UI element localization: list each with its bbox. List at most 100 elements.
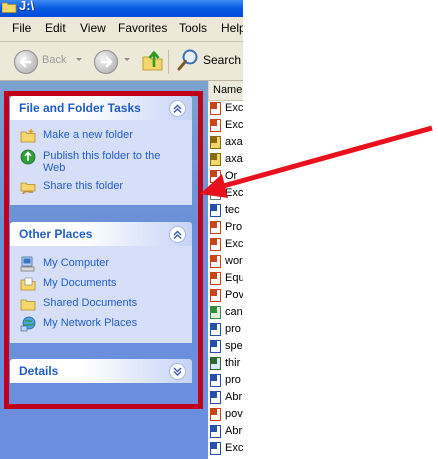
word-file-icon	[210, 374, 221, 387]
file-name: Abr	[225, 391, 243, 403]
ppt-file-icon	[210, 272, 221, 285]
file-folder-tasks-body: Make a new folder Publish this folder to…	[10, 120, 192, 205]
other-places-title: Other Places	[19, 227, 93, 241]
new-folder-icon	[20, 129, 36, 143]
file-row[interactable]: spe	[208, 339, 243, 355]
word-file-icon	[210, 442, 221, 455]
word-file-icon	[210, 204, 221, 217]
computer-icon	[20, 256, 35, 272]
name-column-header[interactable]: Name	[208, 81, 243, 101]
file-row[interactable]: tec	[208, 203, 243, 219]
web-publish-icon	[20, 149, 36, 165]
file-row[interactable]: Pro	[208, 220, 243, 236]
share-folder-icon	[20, 182, 36, 195]
file-name: pov	[225, 408, 243, 420]
other-places-panel: Other Places My Computer My Documents Sh…	[10, 222, 192, 343]
menu-edit[interactable]: Edit	[45, 21, 66, 35]
file-name: pro	[225, 374, 241, 386]
task-label: Make a new folder	[43, 129, 133, 141]
file-name: Pov	[225, 289, 243, 301]
forward-arrow-icon	[100, 56, 113, 68]
file-row[interactable]: can	[208, 305, 243, 321]
file-row[interactable]: Pov	[208, 288, 243, 304]
place-label: My Documents	[43, 277, 117, 289]
file-folder-tasks-panel: File and Folder Tasks Make a new folder …	[10, 96, 192, 205]
search-button[interactable]: Search	[203, 53, 241, 67]
title-bar[interactable]: J:\	[0, 0, 243, 17]
file-name: Exc	[225, 102, 243, 114]
explorer-window: J:\ File Edit View Favorites Tools Help …	[0, 0, 243, 459]
back-button[interactable]	[14, 50, 38, 74]
file-folder-tasks-header[interactable]: File and Folder Tasks	[10, 96, 192, 120]
forward-dropdown-icon[interactable]	[124, 58, 130, 61]
file-folder-tasks-title: File and Folder Tasks	[19, 101, 141, 115]
file-name: tec	[225, 204, 240, 216]
annotation-arrow-icon	[200, 125, 433, 198]
menu-bar: File Edit View Favorites Tools Help	[0, 17, 243, 42]
ppt-file-icon	[210, 408, 221, 421]
file-row[interactable]: pov	[208, 407, 243, 423]
word-file-icon	[210, 323, 221, 336]
file-name: spe	[225, 340, 243, 352]
menu-file[interactable]: File	[12, 21, 31, 35]
other-places-header[interactable]: Other Places	[10, 222, 192, 246]
up-folder-icon[interactable]	[142, 48, 164, 72]
place-label: Shared Documents	[43, 297, 138, 309]
ppt-file-icon	[210, 255, 221, 268]
collapse-chevron-icon[interactable]	[169, 226, 186, 243]
ppt-file-icon	[210, 238, 221, 251]
window-title: J:\	[19, 0, 35, 13]
file-row[interactable]: pro	[208, 373, 243, 389]
network-icon	[20, 316, 36, 332]
back-label: Back	[42, 54, 67, 66]
details-title: Details	[19, 364, 59, 378]
ppt-file-icon	[210, 289, 221, 302]
documents-folder-icon	[20, 277, 36, 291]
menu-help[interactable]: Help	[221, 21, 243, 35]
image-file-icon	[210, 306, 221, 319]
details-panel: Details	[10, 359, 192, 383]
file-name: thir	[225, 357, 241, 369]
file-name: Exc	[225, 238, 243, 250]
file-row[interactable]: Equ	[208, 271, 243, 287]
word-file-icon	[210, 425, 221, 438]
file-name: pro	[225, 323, 241, 335]
menu-tools[interactable]: Tools	[179, 21, 207, 35]
file-name: wor	[225, 255, 243, 267]
details-header[interactable]: Details	[10, 359, 192, 383]
forward-button[interactable]	[94, 50, 118, 74]
search-icon[interactable]	[176, 48, 200, 72]
ppt-file-icon	[210, 102, 221, 115]
program-file-icon	[210, 357, 221, 370]
file-row[interactable]: Exc	[208, 101, 243, 117]
file-name: Equ	[225, 272, 243, 284]
file-name: Pro	[225, 221, 243, 233]
task-label: Publish this folder to the Web	[43, 150, 161, 174]
file-row[interactable]: Exc	[208, 237, 243, 253]
name-column-label: Name	[213, 84, 243, 96]
file-row[interactable]: pro	[208, 322, 243, 338]
expand-chevron-icon[interactable]	[169, 363, 186, 380]
place-label: My Network Places	[43, 317, 138, 329]
word-file-icon	[210, 340, 221, 353]
menu-view[interactable]: View	[80, 21, 106, 35]
toolbar: Back Search	[0, 42, 243, 81]
file-row[interactable]: Abr	[208, 390, 243, 406]
other-places-body: My Computer My Documents Shared Document…	[10, 246, 192, 343]
ppt-file-icon	[210, 221, 221, 234]
back-arrow-icon	[19, 56, 32, 68]
file-row[interactable]: Abr	[208, 424, 243, 440]
task-label: Share this folder	[43, 180, 124, 192]
shared-folder-icon	[20, 299, 36, 311]
file-row[interactable]: wor	[208, 254, 243, 270]
file-row[interactable]: thir	[208, 356, 243, 372]
back-dropdown-icon[interactable]	[76, 58, 82, 61]
menu-favorites[interactable]: Favorites	[118, 21, 167, 35]
toolbar-separator	[168, 50, 169, 74]
file-name: can	[225, 306, 243, 318]
collapse-chevron-icon[interactable]	[169, 100, 186, 117]
file-row[interactable]: Exc	[208, 441, 243, 457]
folder-icon	[2, 2, 17, 13]
word-file-icon	[210, 391, 221, 404]
file-name: Exc	[225, 442, 243, 454]
